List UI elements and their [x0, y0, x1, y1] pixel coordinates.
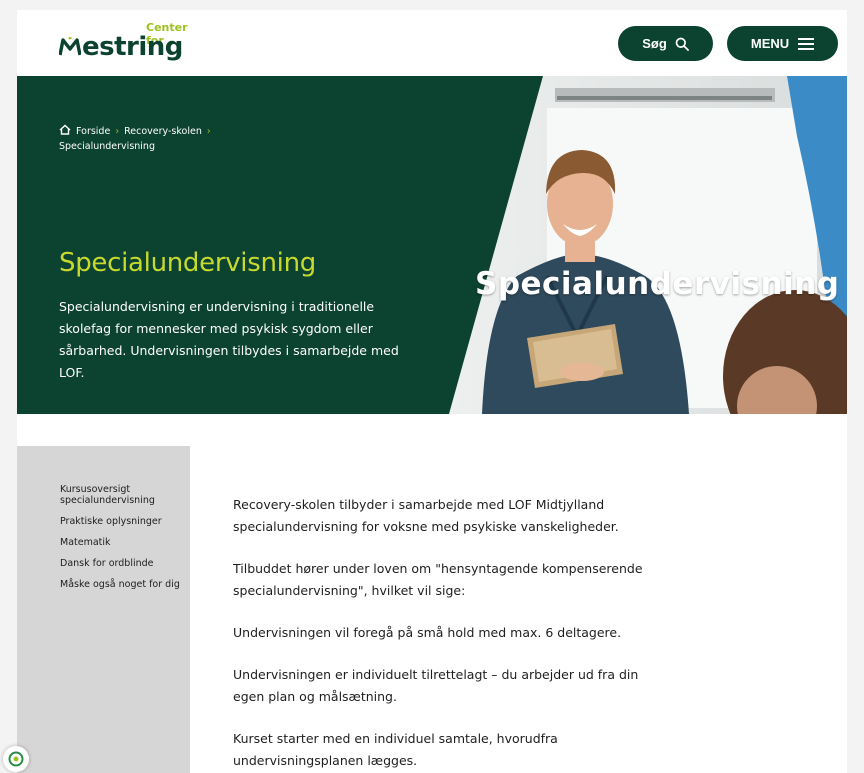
chevron-right-icon: ›	[115, 126, 120, 137]
search-label: Søg	[642, 36, 667, 51]
sidebar-item-dansk-for-ordblinde[interactable]: Dansk for ordblinde	[60, 558, 185, 569]
hero-description: Specialundervisning er undervisning i tr…	[59, 299, 399, 380]
breadcrumb-item-recovery-skolen[interactable]: Recovery-skolen	[124, 126, 202, 137]
menu-label: MENU	[750, 36, 790, 51]
breadcrumb-item-forside[interactable]: Forside	[76, 126, 110, 137]
sidebar-item-maaske-ogsaa[interactable]: Måske også noget for dig	[60, 579, 185, 590]
breadcrumb-item-current: Specialundervisning	[59, 141, 155, 152]
chevron-right-icon: ›	[206, 126, 211, 137]
accessibility-button[interactable]	[3, 746, 29, 772]
accessibility-icon	[8, 751, 24, 767]
breadcrumb: Forside › Recovery-skolen › Specialundervisn…	[59, 124, 289, 154]
home-icon[interactable]	[59, 124, 71, 135]
content-paragraph: Kurset starter med en individuel samtale…	[233, 731, 558, 768]
sidebar-item-matematik[interactable]: Matematik	[60, 537, 185, 548]
logo-wordmark-text: estring	[82, 32, 183, 62]
content-paragraph: Undervisningen vil foregå på små hold me…	[233, 625, 622, 640]
sidebar: Kursusoversigt specialundervisning Prakt…	[17, 446, 190, 773]
hero-banner: Forside › Recovery-skolen › Specialundervisn…	[17, 76, 847, 414]
logo-wordmark: estring	[59, 32, 183, 62]
hero-image-text: Specialundervisning	[475, 266, 840, 302]
logo[interactable]: Center for estring	[59, 18, 199, 68]
sidebar-item-praktiske-oplysninger[interactable]: Praktiske oplysninger	[60, 516, 185, 527]
site-header: Center for estring Søg MENU	[17, 10, 847, 76]
content-paragraph: Recovery-skolen tilbyder i samarbejde me…	[233, 497, 619, 534]
main-content: Recovery-skolen tilbyder i samarbejde me…	[233, 494, 653, 773]
search-icon	[675, 37, 689, 51]
menu-button[interactable]: MENU	[727, 26, 838, 61]
page-title: Specialundervisning	[59, 248, 316, 278]
content-paragraph: Undervisningen er individuelt tilrettela…	[233, 667, 639, 704]
logo-mark-icon	[59, 37, 81, 56]
content-paragraph: Tilbuddet hører under loven om "hensynta…	[233, 561, 643, 598]
sidebar-item-kursusoversigt[interactable]: Kursusoversigt specialundervisning	[60, 484, 185, 506]
sidebar-nav: Kursusoversigt specialundervisning Prakt…	[60, 484, 185, 600]
search-button[interactable]: Søg	[618, 26, 713, 61]
hamburger-menu-icon	[798, 37, 815, 50]
page: Center for estring Søg MENU Forside › Re…	[17, 10, 847, 773]
